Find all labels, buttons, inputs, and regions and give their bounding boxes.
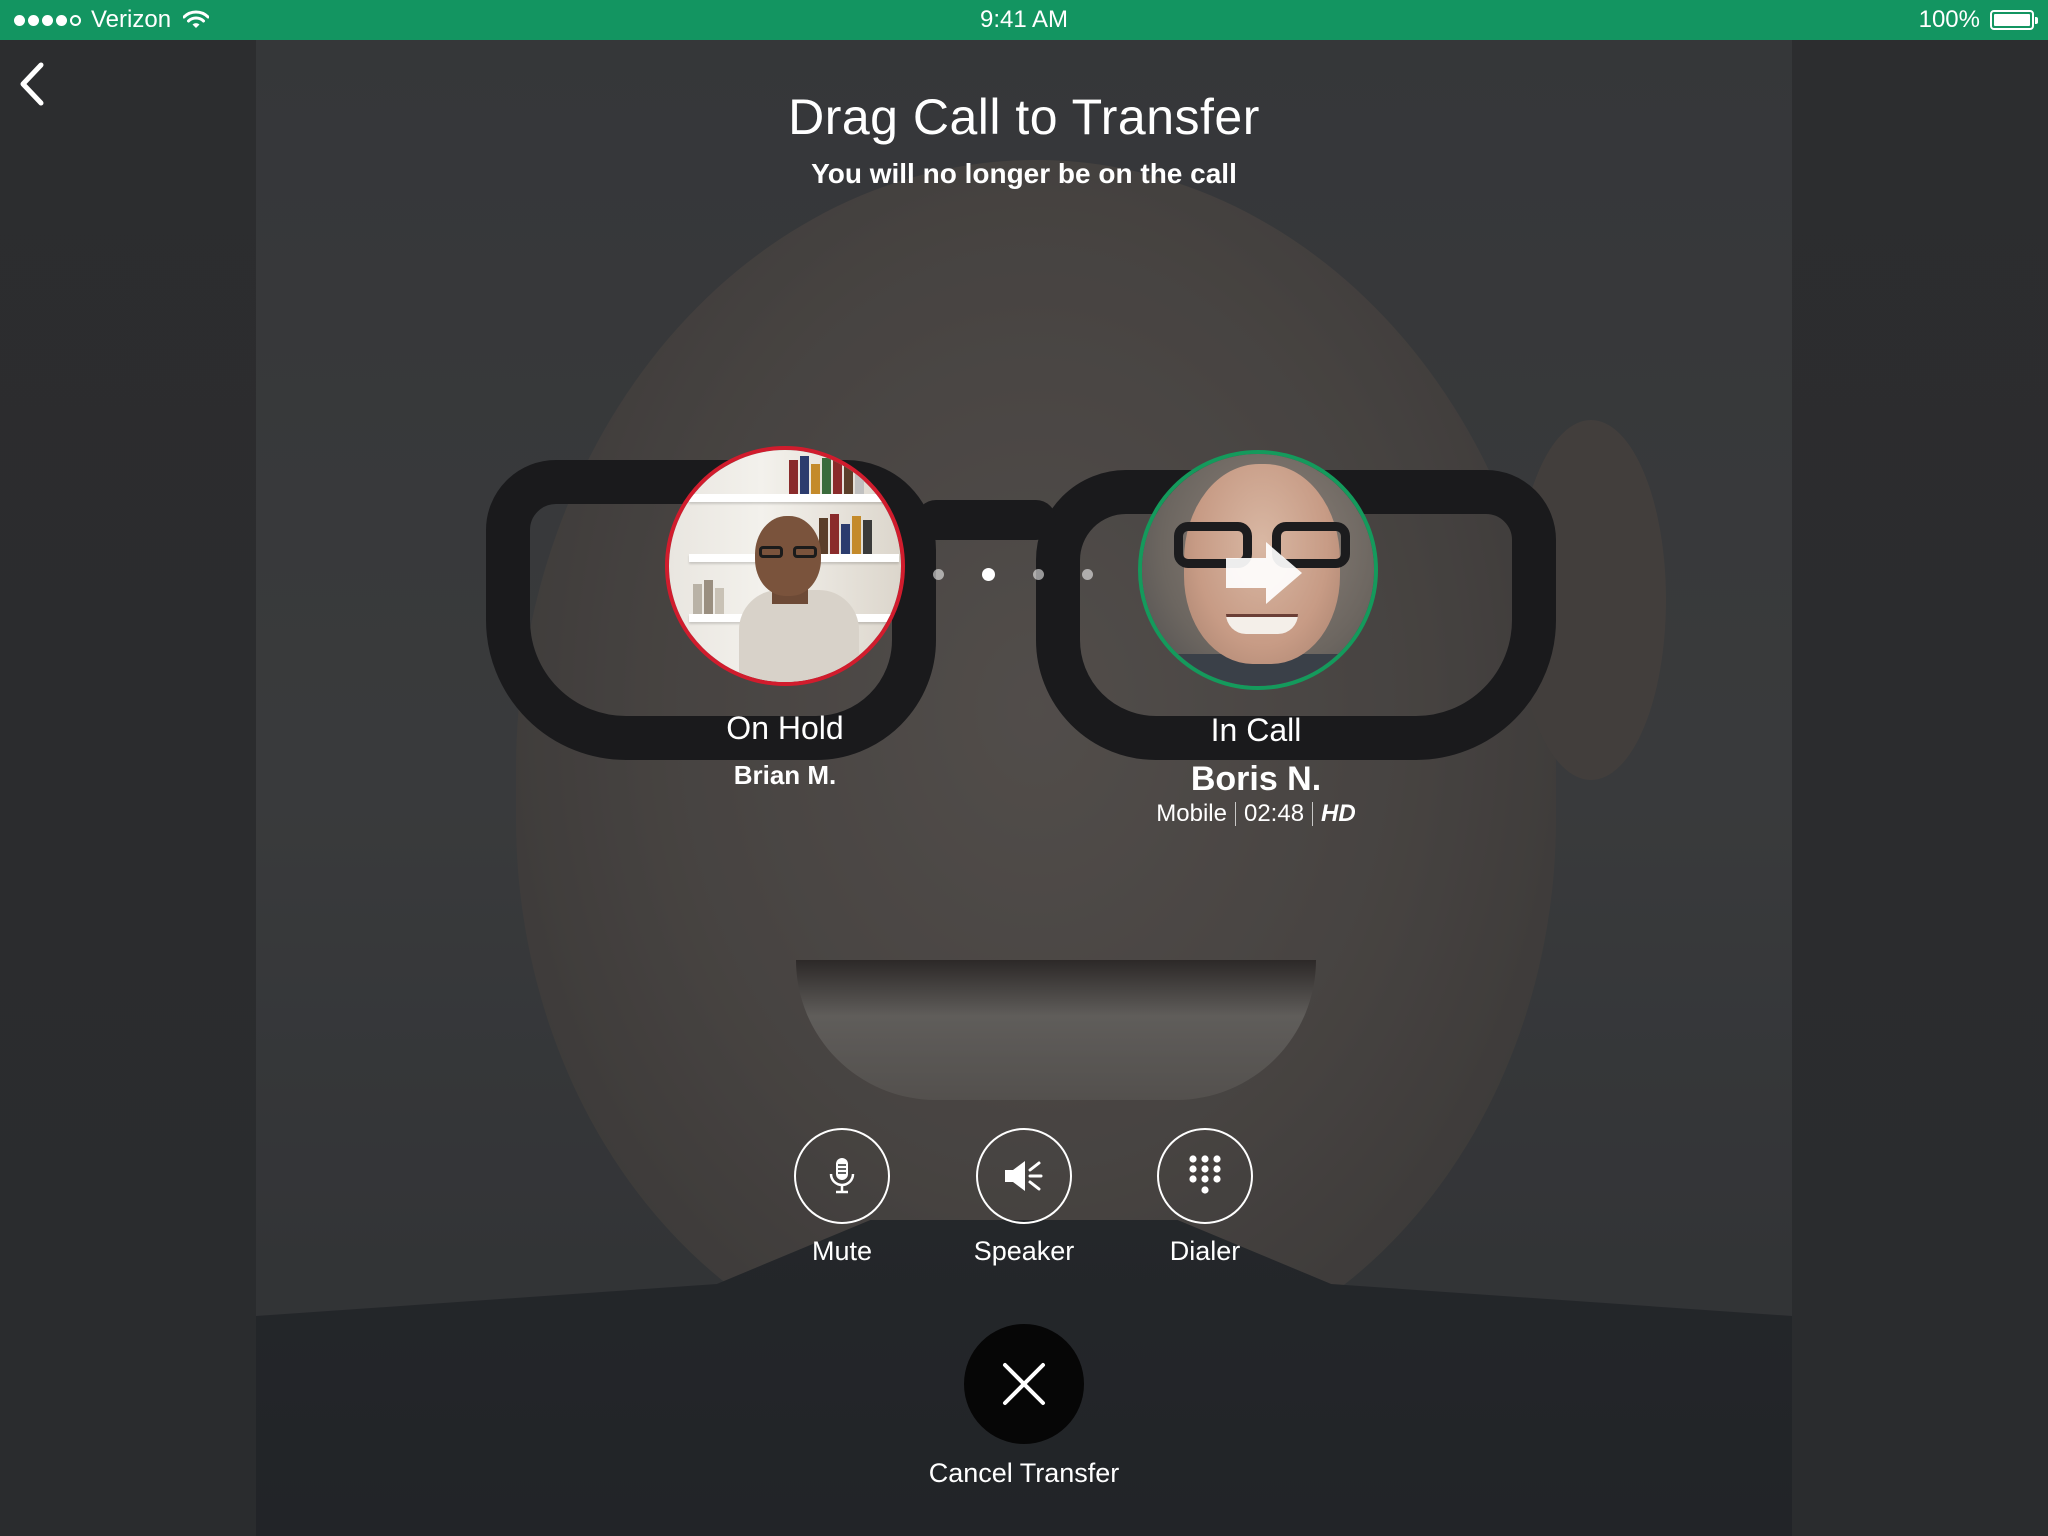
page-subtitle: You will no longer be on the call [811, 158, 1237, 189]
pager-dot [933, 569, 944, 580]
microphone-icon [829, 1158, 855, 1194]
call-transfer-screen: Verizon 9:41 AM 100% Drag Call to Transf… [0, 0, 2048, 1536]
divider [1234, 802, 1236, 826]
hd-badge: HD [1321, 800, 1356, 827]
mute-button[interactable] [794, 1128, 890, 1224]
cancel-transfer-label: Cancel Transfer [928, 1458, 1120, 1488]
background-dim-overlay [0, 40, 2048, 1536]
transfer-drag-indicator [933, 568, 1093, 581]
battery-icon [1990, 10, 2038, 30]
call-duration: 02:48 [1243, 800, 1305, 827]
call-line-type: Mobile [1156, 800, 1227, 827]
speaker-label: Speaker [973, 1236, 1075, 1266]
status-time: 9:41 AM [979, 6, 1069, 33]
mute-label: Mute [811, 1236, 873, 1266]
dialer-button[interactable] [1157, 1128, 1253, 1224]
pager-dot [1082, 569, 1093, 580]
in-call-state-label: In Call [1210, 712, 1302, 748]
speaker-control: Speaker [944, 1128, 1104, 1267]
keypad-icon [1189, 1155, 1221, 1194]
on-hold-caller-name: Brian M. [733, 760, 837, 790]
dialer-control: Dialer [1125, 1128, 1285, 1267]
speaker-button[interactable] [976, 1128, 1072, 1224]
mute-control: Mute [762, 1128, 922, 1267]
battery-percent: 100% [1918, 6, 1980, 33]
in-call-caller-name: Boris N. [1190, 760, 1322, 798]
cancel-transfer-control: Cancel Transfer [904, 1324, 1144, 1489]
status-bar: Verizon 9:41 AM 100% [0, 0, 2048, 40]
close-icon [1003, 1363, 1045, 1405]
cancel-transfer-button[interactable] [964, 1324, 1084, 1444]
on-hold-state-label: On Hold [726, 710, 844, 746]
speaker-icon [1005, 1161, 1043, 1191]
transfer-arrow-icon [1226, 542, 1302, 604]
in-call-details: Mobile 02:48 HD [1056, 800, 1456, 828]
dialer-label: Dialer [1169, 1236, 1241, 1266]
on-hold-caller-avatar[interactable] [665, 446, 905, 686]
pager-dot-active [982, 568, 995, 581]
divider [1312, 802, 1314, 826]
pager-dot [1033, 569, 1044, 580]
in-call-caller-avatar[interactable] [1138, 450, 1378, 690]
page-title: Drag Call to Transfer [788, 89, 1260, 145]
